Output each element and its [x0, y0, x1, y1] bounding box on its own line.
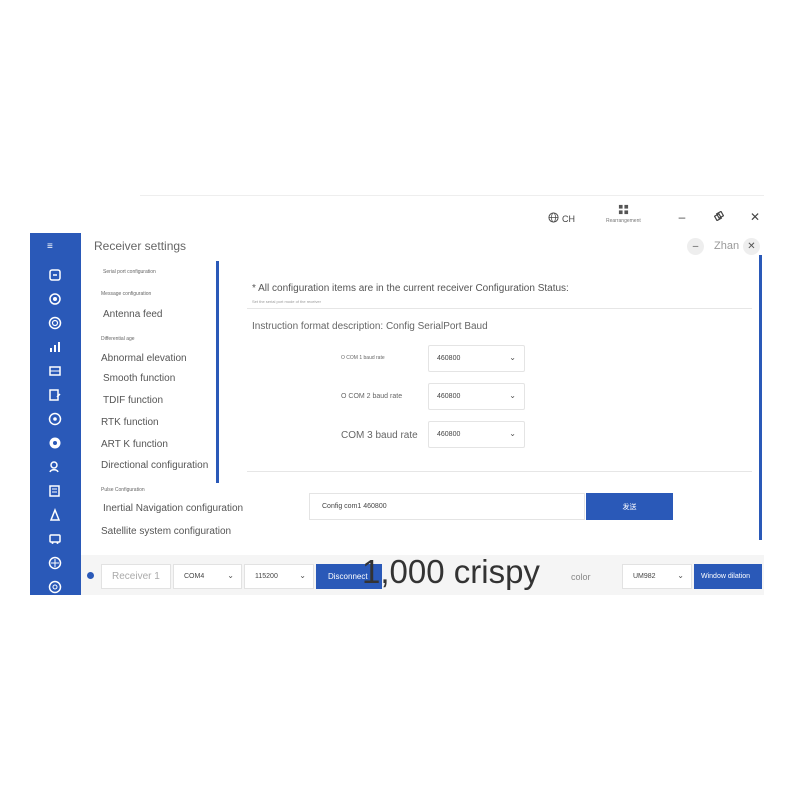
- hamburger-icon[interactable]: ≡: [47, 241, 53, 252]
- language-label: CH: [562, 213, 575, 224]
- compass-icon[interactable]: [47, 555, 63, 571]
- language-switch[interactable]: CH: [548, 212, 575, 225]
- satellite-icon[interactable]: [47, 291, 63, 307]
- com2-baud-select[interactable]: 460800 ⌄: [428, 383, 525, 410]
- model-select[interactable]: UM982 ⌄: [622, 564, 692, 589]
- chevron-down-icon: ⌄: [677, 571, 684, 580]
- vehicle-icon[interactable]: [47, 531, 63, 547]
- title-bar: CH Rearrangement – ✕: [140, 195, 764, 235]
- panel-minimize-button[interactable]: –: [687, 238, 704, 255]
- chevron-down-icon: ⌄: [299, 571, 306, 580]
- chevron-down-icon: ⌄: [227, 571, 234, 580]
- chevron-down-icon: ⌄: [509, 353, 516, 362]
- divider: [247, 308, 752, 309]
- command-input[interactable]: Config com1 460800: [309, 493, 585, 520]
- config-status-note: * All configuration items are in the cur…: [252, 283, 569, 294]
- com1-baud-value: 460800: [437, 355, 461, 362]
- com3-baud-value: 460800: [437, 431, 461, 438]
- window-dilation-button[interactable]: Window dilation: [694, 564, 762, 589]
- com2-baud-label: O COM 2 baud rate: [341, 393, 403, 400]
- menu-item-artk-function[interactable]: ART K function: [101, 439, 168, 450]
- menu-item-directional-config[interactable]: Directional configuration: [101, 460, 208, 471]
- com1-baud-select[interactable]: 460800 ⌄: [428, 345, 525, 372]
- menu-item-serial-port[interactable]: Serial port configuration: [103, 269, 156, 275]
- port-select[interactable]: COM4 ⌄: [173, 564, 242, 589]
- signal-chart-icon[interactable]: [47, 339, 63, 355]
- baud-value: 115200: [255, 573, 278, 580]
- baud-select[interactable]: 115200 ⌄: [244, 564, 314, 589]
- close-icon[interactable]: ✕: [748, 210, 762, 224]
- scrollbar[interactable]: [759, 255, 762, 540]
- receiver-value: Receiver 1: [112, 571, 160, 582]
- rearrange-label: Rearrangement: [606, 218, 641, 224]
- com3-baud-select[interactable]: 460800 ⌄: [428, 421, 525, 448]
- connection-status-icon: [87, 572, 94, 579]
- menu-scrollbar[interactable]: [216, 261, 219, 483]
- model-value: UM982: [633, 573, 656, 580]
- receiver-select[interactable]: Receiver 1: [101, 564, 171, 589]
- menu-item-message-config[interactable]: Message configuration: [101, 291, 151, 297]
- menu-item-antenna-feed[interactable]: Antenna feed: [103, 309, 163, 320]
- user-name: Zhan: [714, 240, 740, 252]
- chevron-down-icon: ⌄: [509, 429, 516, 438]
- video-caption: 1,000 crispy: [362, 553, 540, 590]
- com3-baud-label: COM 3 baud rate: [341, 430, 418, 441]
- settings-circle-icon[interactable]: [47, 411, 63, 427]
- map-icon[interactable]: [47, 363, 63, 379]
- grid-icon: [618, 204, 629, 217]
- menu-item-satellite-system[interactable]: Satellite system configuration: [101, 526, 231, 537]
- icon-rail: ≡: [30, 233, 81, 595]
- log-icon[interactable]: [47, 483, 63, 499]
- settings-menu: Serial port configuration Message config…: [81, 259, 243, 549]
- com2-baud-value: 460800: [437, 393, 461, 400]
- app-window: CH Rearrangement – ✕ ≡ Receiver settings…: [30, 195, 764, 595]
- rearrange-button[interactable]: Rearrangement: [606, 204, 641, 224]
- config-status-subnote: Set the serial port mode of the receiver: [252, 299, 321, 304]
- port-value: COM4: [184, 573, 205, 580]
- globe-nav-icon[interactable]: [47, 435, 63, 451]
- settings-content: * All configuration items are in the cur…: [222, 259, 752, 549]
- receiver-settings-panel: Receiver settings – Zhan ✕ Serial port c…: [81, 233, 764, 553]
- restore-icon[interactable]: [712, 210, 726, 224]
- chevron-down-icon: ⌄: [509, 391, 516, 400]
- command-value: Config com1 460800: [322, 503, 387, 510]
- globe-icon: [548, 212, 559, 225]
- panel-close-button[interactable]: ✕: [743, 238, 760, 255]
- menu-item-pulse-config[interactable]: Pulse Configuration: [101, 487, 145, 493]
- menu-item-differential-age[interactable]: Differential age: [101, 336, 135, 342]
- com1-baud-label: O COM 1 baud rate: [341, 355, 385, 361]
- info-icon[interactable]: [47, 579, 63, 595]
- minimize-icon[interactable]: –: [675, 210, 689, 224]
- divider: [247, 471, 752, 472]
- menu-item-rtk-function[interactable]: RTK function: [101, 417, 159, 428]
- tower-icon[interactable]: [47, 507, 63, 523]
- user-location-icon[interactable]: [47, 459, 63, 475]
- menu-item-tdif-function[interactable]: TDIF function: [103, 395, 163, 406]
- menu-item-smooth-function[interactable]: Smooth function: [103, 373, 175, 384]
- send-button[interactable]: 发送: [586, 493, 673, 520]
- color-label[interactable]: color: [571, 572, 591, 582]
- target-icon[interactable]: [47, 315, 63, 331]
- format-description: Instruction format description: Config S…: [252, 321, 488, 332]
- receiver-icon[interactable]: [47, 267, 63, 283]
- menu-item-abnormal-elevation[interactable]: Abnormal elevation: [101, 353, 187, 364]
- panel-title: Receiver settings: [94, 239, 187, 253]
- edit-document-icon[interactable]: [47, 387, 63, 403]
